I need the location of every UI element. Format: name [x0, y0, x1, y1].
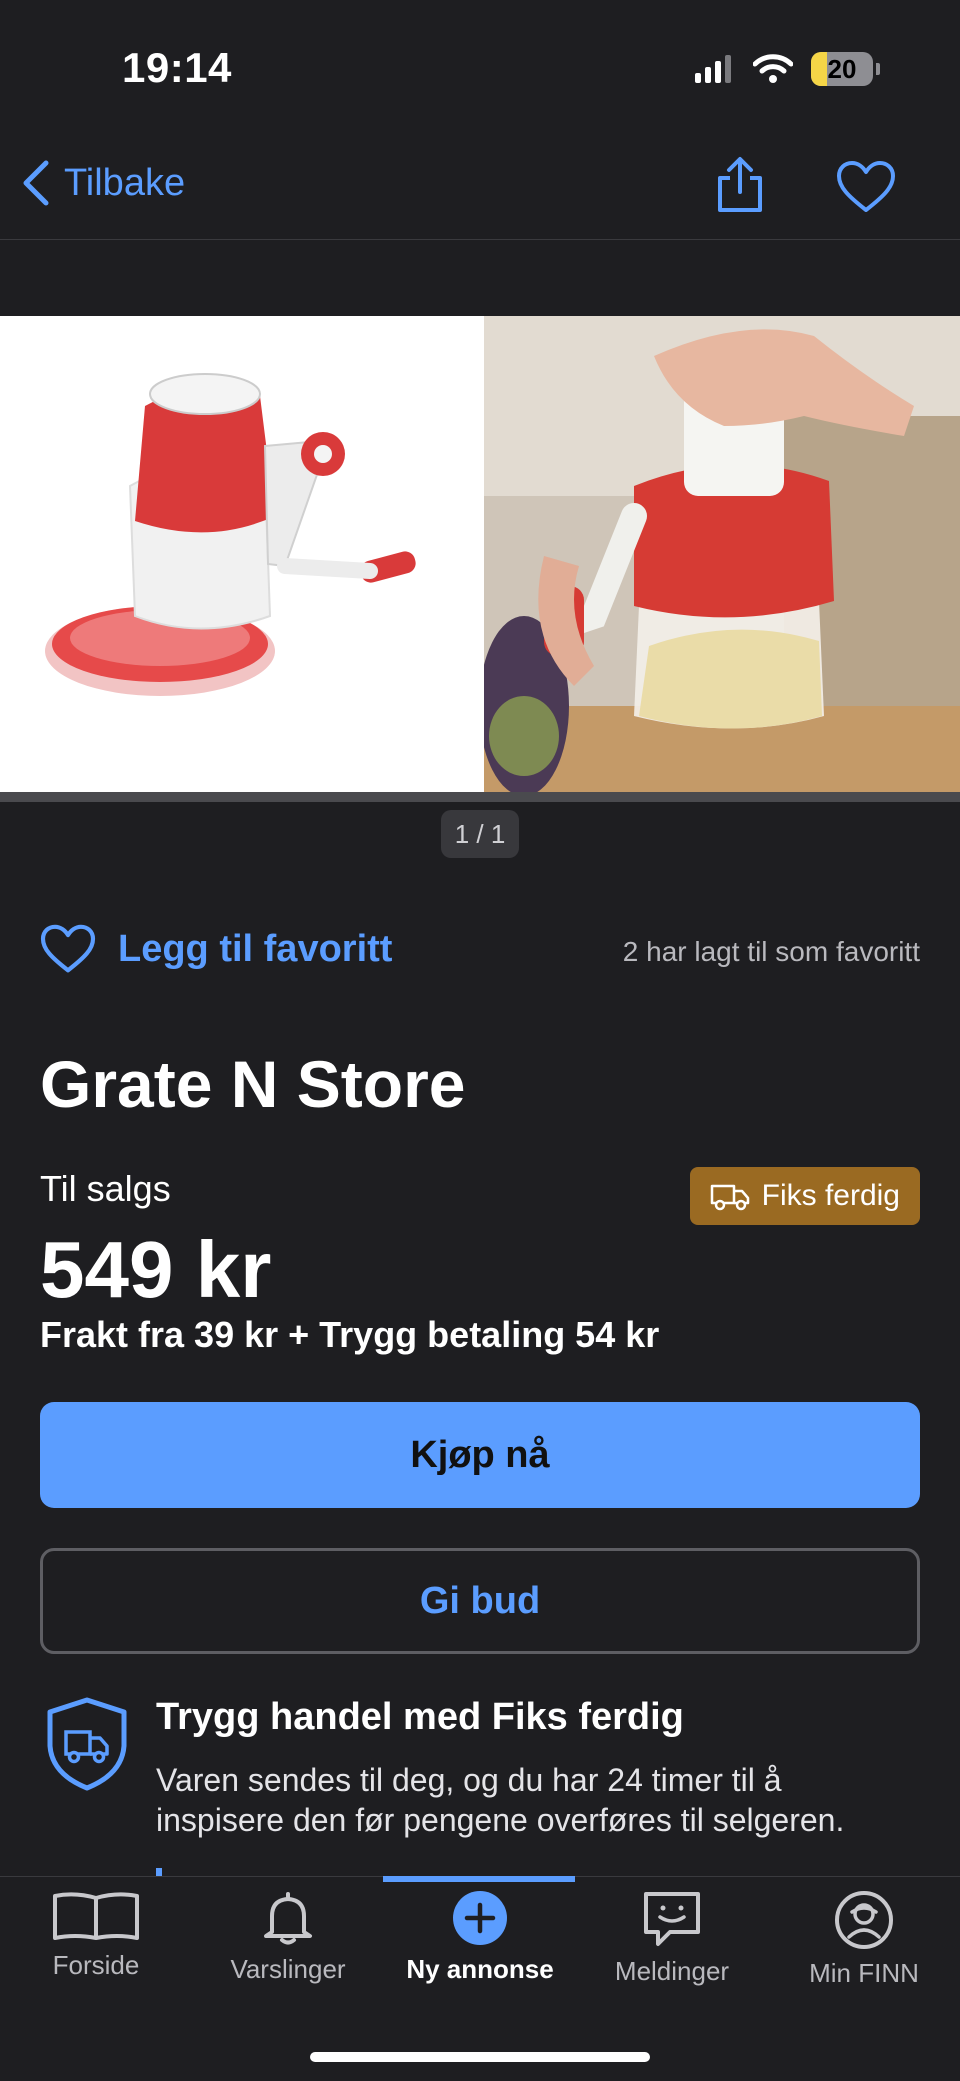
buy-now-button[interactable]: Kjøp nå	[40, 1402, 920, 1508]
tab-ny-annonse[interactable]: Ny annonse	[384, 1890, 576, 1985]
product-image-gallery[interactable]	[0, 316, 960, 792]
heart-icon	[40, 924, 96, 973]
back-label: Tilbake	[64, 161, 186, 204]
battery-icon: 20	[811, 52, 873, 86]
tab-label: Min FINN	[809, 1958, 919, 1988]
wifi-icon	[753, 54, 793, 83]
bell-icon	[264, 1892, 312, 1945]
plus-circle-icon	[453, 1891, 507, 1945]
listing-title: Grate N Store	[40, 1047, 466, 1121]
fiks-ferdig-badge: Fiks ferdig	[689, 1167, 920, 1225]
tab-label: Meldinger	[614, 1956, 730, 1986]
shipping-info: Frakt fra 39 kr + Trygg betaling 54 kr	[40, 1314, 660, 1355]
profile-icon	[835, 1891, 893, 1949]
tab-varslinger[interactable]: Varslinger	[192, 1890, 384, 1985]
add-favorite-button[interactable]: Legg til favoritt	[40, 924, 392, 974]
chevron-left-icon	[23, 160, 49, 206]
favorite-count: 2 har lagt til som favoritt	[622, 936, 920, 967]
shield-truck-icon	[47, 1697, 127, 1791]
listing-price: 549 kr	[40, 1225, 272, 1314]
make-offer-button[interactable]: Gi bud	[40, 1548, 920, 1654]
safe-trade-description: Varen sendes til deg, og du har 24 timer…	[156, 1762, 845, 1838]
status-time: 19:14	[122, 44, 232, 91]
tab-label: Forside	[52, 1950, 140, 1980]
battery-tip	[876, 63, 880, 75]
favorite-label: Legg til favoritt	[118, 927, 393, 970]
listing-status: Til salgs	[40, 1168, 171, 1209]
tab-min-finn[interactable]: Min FINN	[768, 1890, 960, 1989]
chat-icon	[644, 1892, 700, 1946]
home-indicator	[310, 2052, 650, 2062]
tab-label: Ny annonse	[406, 1954, 554, 1984]
share-icon[interactable]	[712, 156, 768, 214]
back-button[interactable]: Tilbake	[20, 160, 185, 206]
tab-label: Varslinger	[230, 1954, 346, 1984]
signal-icon	[695, 55, 731, 83]
product-image-studio	[0, 316, 484, 792]
tab-forside[interactable]: Forside	[0, 1890, 192, 1981]
active-tab-indicator	[383, 1876, 575, 1882]
image-counter: 1 / 1	[441, 810, 519, 858]
truck-icon	[710, 1184, 749, 1211]
favorite-heart-icon[interactable]	[836, 160, 896, 214]
battery-level: 20	[827, 53, 857, 84]
product-image-in-use	[484, 316, 960, 792]
safe-trade-title: Trygg handel med Fiks ferdig	[156, 1696, 684, 1738]
tab-meldinger[interactable]: Meldinger	[576, 1890, 768, 1987]
book-icon	[53, 1892, 139, 1940]
gallery-divider	[0, 792, 960, 802]
badge-label: Fiks ferdig	[761, 1179, 900, 1212]
status-icons: 20	[695, 52, 880, 86]
read-more-link[interactable]	[156, 1868, 162, 1876]
